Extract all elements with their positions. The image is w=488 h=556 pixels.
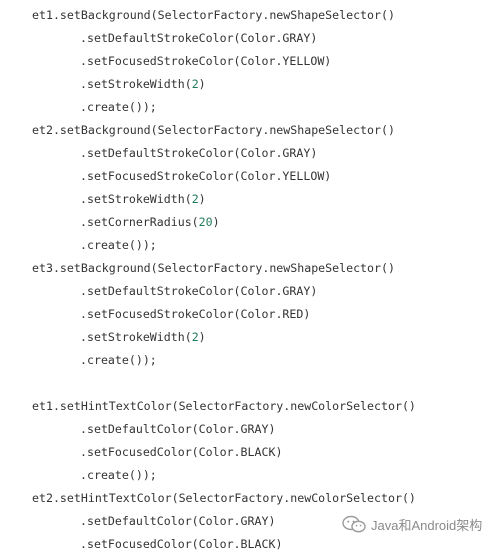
number-literal: 2 (191, 77, 199, 91)
code-line: .setStrokeWidth(2) (0, 73, 488, 96)
code-line: et3.setBackground(SelectorFactory.newSha… (0, 257, 488, 280)
code-text: .setFocusedStrokeColor(Color.RED) (80, 307, 311, 321)
code-text: .setStrokeWidth(2) (80, 77, 206, 91)
wechat-icon (342, 515, 366, 533)
code-block: et1.setBackground(SelectorFactory.newSha… (0, 4, 488, 556)
code-text: .setFocusedColor(Color.BLACK) (80, 445, 283, 459)
code-line: .create()); (0, 349, 488, 372)
code-text: .setDefaultStrokeColor(Color.GRAY) (80, 284, 318, 298)
number-literal: 20 (198, 215, 213, 229)
code-text: .setFocusedColor(Color.BLACK) (80, 537, 283, 551)
code-line: .create()); (0, 464, 488, 487)
code-line: .setFocusedStrokeColor(Color.RED) (0, 303, 488, 326)
code-line: .setCornerRadius(20) (0, 211, 488, 234)
code-line: .setDefaultColor(Color.GRAY) (0, 418, 488, 441)
code-line: .setDefaultStrokeColor(Color.GRAY) (0, 142, 488, 165)
code-text: .setDefaultColor(Color.GRAY) (80, 514, 276, 528)
code-text: et2.setHintTextColor(SelectorFactory.new… (32, 491, 416, 505)
code-line: .setDefaultStrokeColor(Color.GRAY) (0, 280, 488, 303)
code-text: .setStrokeWidth(2) (80, 330, 206, 344)
code-text: et1.setHintTextColor(SelectorFactory.new… (32, 399, 416, 413)
code-line: .setFocusedColor(Color.BLACK) (0, 533, 488, 556)
code-text: .create()); (80, 238, 157, 252)
code-text: .setDefaultStrokeColor(Color.GRAY) (80, 31, 318, 45)
code-line: .create()); (0, 96, 488, 119)
code-line: et1.setBackground(SelectorFactory.newSha… (0, 4, 488, 27)
code-text: .setDefaultColor(Color.GRAY) (80, 422, 276, 436)
code-line: et2.setBackground(SelectorFactory.newSha… (0, 119, 488, 142)
code-text: .create()); (80, 353, 157, 367)
code-line: .setFocusedStrokeColor(Color.YELLOW) (0, 165, 488, 188)
watermark-text: Java和Android架构 (371, 517, 483, 533)
code-line: .setStrokeWidth(2) (0, 188, 488, 211)
code-line: .setFocusedStrokeColor(Color.YELLOW) (0, 50, 488, 73)
code-line: .create()); (0, 234, 488, 257)
code-text: .create()); (80, 468, 157, 482)
number-literal: 2 (191, 192, 199, 206)
code-text: .setStrokeWidth(2) (80, 192, 206, 206)
code-text: .setDefaultStrokeColor(Color.GRAY) (80, 146, 318, 160)
code-line: et1.setHintTextColor(SelectorFactory.new… (0, 395, 488, 418)
code-text: .setFocusedStrokeColor(Color.YELLOW) (80, 54, 332, 68)
watermark: Java和Android架构 (342, 513, 482, 535)
code-text: et1.setBackground(SelectorFactory.newSha… (32, 8, 395, 22)
code-line: .setDefaultStrokeColor(Color.GRAY) (0, 27, 488, 50)
code-text: et2.setBackground(SelectorFactory.newSha… (32, 123, 395, 137)
code-line: .setStrokeWidth(2) (0, 326, 488, 349)
code-text: .setFocusedStrokeColor(Color.YELLOW) (80, 169, 332, 183)
code-line: .setFocusedColor(Color.BLACK) (0, 441, 488, 464)
code-text: .create()); (80, 100, 157, 114)
code-line: et2.setHintTextColor(SelectorFactory.new… (0, 487, 488, 510)
code-text: et3.setBackground(SelectorFactory.newSha… (32, 261, 395, 275)
code-text: .setCornerRadius(20) (80, 215, 220, 229)
number-literal: 2 (191, 330, 199, 344)
